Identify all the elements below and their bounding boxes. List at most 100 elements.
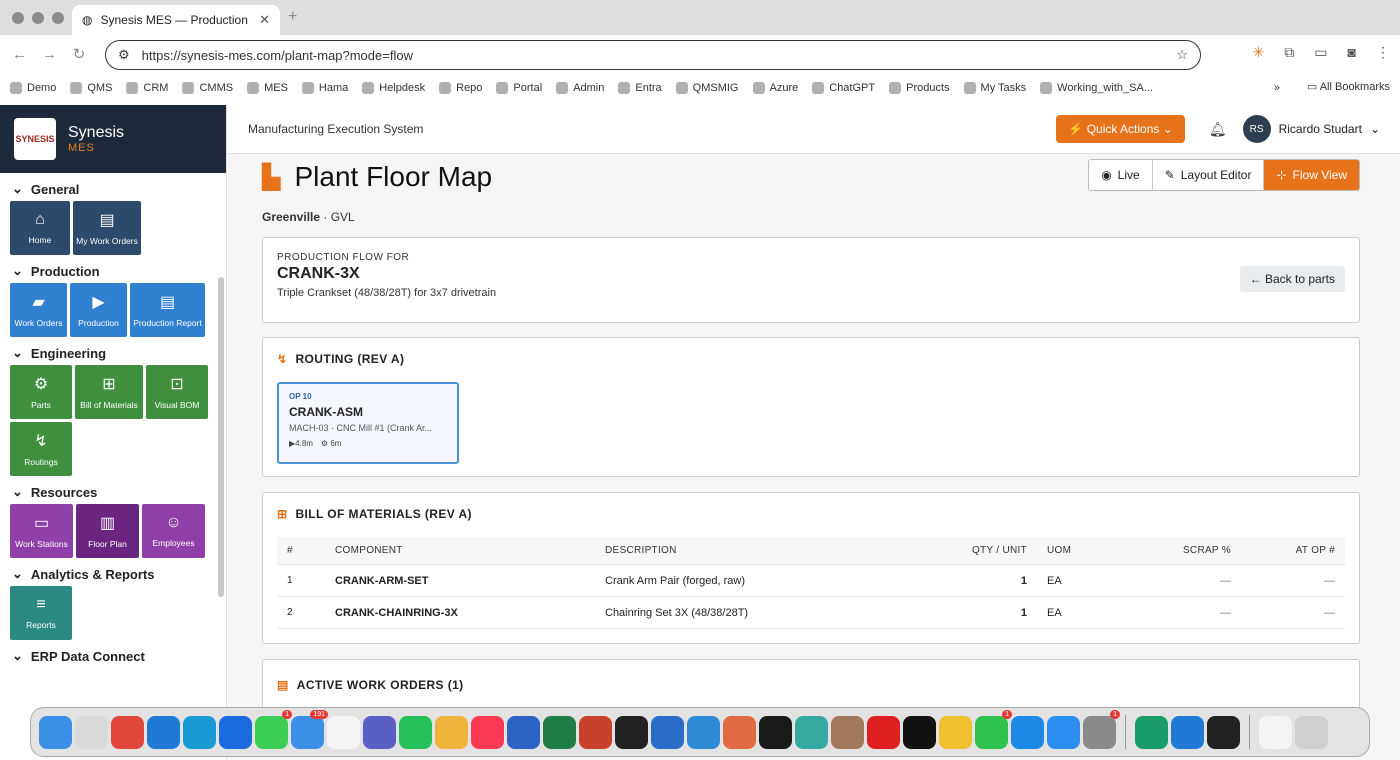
table-row[interactable]: 1 CRANK-ARM-SET Crank Arm Pair (forged, ra… [277, 565, 1345, 597]
sidebar-tile-parts[interactable]: ⚙ Parts [10, 365, 72, 419]
dock-app-messages[interactable]: 1 [255, 709, 292, 749]
dock-app-finder[interactable] [39, 715, 72, 749]
layout-editor-button[interactable]: ✎ Layout Editor [1153, 160, 1265, 190]
dock-app-photos[interactable] [435, 715, 468, 749]
column-header[interactable]: SCRAP % [1137, 545, 1241, 556]
sidebar-tile-employees[interactable]: ☺ Employees [142, 504, 205, 558]
bookmark-item[interactable]: My Tasks [963, 82, 1026, 94]
bookmark-item[interactable]: Portal [496, 82, 542, 94]
new-tab-button[interactable]: + [288, 8, 297, 26]
bookmark-item[interactable]: QMS [70, 82, 112, 94]
dock-app-edge[interactable] [183, 715, 216, 749]
dock-app-time-machine[interactable] [795, 715, 828, 749]
dock-app-teams[interactable] [363, 715, 396, 749]
dock-app-s-app[interactable] [687, 715, 720, 749]
dock-app-launchpad[interactable] [75, 715, 108, 749]
dock-app-documents[interactable] [1259, 715, 1292, 749]
column-header[interactable]: COMPONENT [335, 545, 605, 556]
sidebar-tile-production[interactable]: ▶ Production [70, 283, 127, 337]
menu-icon[interactable]: ⋮ [1376, 44, 1390, 61]
flow-view-button[interactable]: ⊹ Flow View [1264, 160, 1359, 190]
operation-node[interactable]: OP 10 CRANK-ASM MACH-03 · CNC Mill #1 (C… [277, 382, 459, 464]
bookmark-item[interactable]: CRM [126, 82, 168, 94]
reload-icon[interactable]: ↻ [72, 45, 86, 63]
dock-app-stocks[interactable] [1207, 715, 1240, 749]
bookmark-item[interactable]: Helpdesk [362, 82, 425, 94]
dock-app-grammarly[interactable] [1135, 715, 1168, 749]
column-header[interactable]: DESCRIPTION [605, 545, 935, 556]
bookmark-item[interactable]: ChatGPT [812, 82, 875, 94]
brand-header[interactable]: SYNESIS Synesis MES [0, 105, 226, 173]
dock-app-outlook[interactable] [651, 715, 684, 749]
dock-app-activity[interactable] [759, 715, 792, 749]
bookmark-item[interactable]: Demo [10, 82, 56, 94]
dock-app-tv[interactable] [903, 715, 936, 749]
dock-app-music[interactable] [471, 715, 504, 749]
sidebar-tile-routings[interactable]: ↯ Routings [10, 422, 72, 476]
column-header[interactable]: AT OP # [1241, 545, 1345, 556]
dock-app-terminal[interactable] [615, 715, 648, 749]
sidebar-tile-visual-bom[interactable]: ⊡ Visual BOM [146, 365, 208, 419]
search-tabs-icon[interactable]: ▭ [1314, 44, 1327, 61]
dock-app-dropbox[interactable] [219, 715, 252, 749]
dock-app-preview[interactable] [939, 715, 972, 749]
dock-app-vscode[interactable] [1171, 715, 1204, 749]
dock-app-whatsapp[interactable] [399, 715, 432, 749]
bookmark-item[interactable]: Products [889, 82, 950, 94]
sidebar-tile-work-orders[interactable]: ▰ Work Orders [10, 283, 67, 337]
bookmark-item[interactable]: QMSMIG [675, 82, 739, 94]
dock-app-claude[interactable] [723, 715, 756, 749]
profile-icon[interactable]: ◙ [1348, 44, 1356, 61]
sidebar-section-production[interactable]: ⌄ Production [0, 255, 226, 283]
sidebar-tile-production-report[interactable]: ▤ Production Report [130, 283, 205, 337]
sidebar-tile-bill-of-materials[interactable]: ⊞ Bill of Materials [75, 365, 143, 419]
bookmark-item[interactable]: MES [247, 82, 288, 94]
dock-app-contacts[interactable] [831, 715, 864, 749]
address-bar[interactable]: ⚙ https://synesis-mes.com/plant-map?mode… [105, 40, 1201, 70]
sidebar-tile-floor-plan[interactable]: ▥ Floor Plan [76, 504, 139, 558]
user-name[interactable]: Ricardo Studart [1279, 122, 1362, 136]
sidebar-tile-my-work-orders[interactable]: ▤ My Work Orders [73, 201, 141, 255]
bookmark-item[interactable]: Working_with_SA... [1040, 82, 1153, 94]
sidebar-section-general[interactable]: ⌄ General [0, 173, 226, 201]
back-arrow-icon[interactable]: ← [12, 46, 27, 63]
extension-icon[interactable]: ✳ [1253, 44, 1265, 61]
live-view-button[interactable]: ◉ Live [1089, 160, 1153, 190]
dock-app-excel[interactable] [543, 715, 576, 749]
sidebar-tile-reports[interactable]: ≡ Reports [10, 586, 72, 640]
close-icon[interactable]: ✕ [259, 12, 270, 28]
bell-icon[interactable]: 🔔︎ [1209, 121, 1227, 138]
site-info-icon[interactable]: ⚙ [118, 47, 130, 63]
avatar[interactable]: RS [1242, 115, 1271, 143]
bookmark-item[interactable]: Azure [752, 82, 798, 94]
column-header[interactable]: QTY / UNIT [935, 545, 1037, 556]
dock-app-chrome[interactable] [111, 715, 144, 749]
dock-app-youtube[interactable] [867, 715, 900, 749]
dock-app-app-store[interactable] [1047, 715, 1080, 749]
column-header[interactable]: # [277, 545, 335, 556]
sidebar-section-resources[interactable]: ⌄ Resources [0, 476, 226, 504]
table-row[interactable]: 2 CRANK-CHAINRING-3X Chainring Set 3X (48/… [277, 597, 1345, 629]
all-bookmarks[interactable]: ▭ All Bookmarks [1307, 80, 1390, 93]
sidebar-section-engineering[interactable]: ⌄ Engineering [0, 337, 226, 365]
dock-app-windows[interactable] [147, 715, 180, 749]
dock-app-settings[interactable]: 1 [1083, 709, 1120, 749]
bookmark-item[interactable]: Admin [556, 82, 604, 94]
sidebar-scrollbar[interactable] [218, 277, 224, 597]
quick-actions-button[interactable]: ⚡ Quick Actions ⌄ [1056, 115, 1185, 143]
puzzle-icon[interactable]: ⧉ [1284, 44, 1294, 61]
column-header[interactable]: UOM [1037, 545, 1137, 556]
sidebar-tile-work-stations[interactable]: ▭ Work Stations [10, 504, 73, 558]
bookmark-item[interactable]: Hama [301, 82, 348, 94]
window-controls[interactable] [12, 11, 64, 24]
dock-app-facetime[interactable]: 1 [975, 709, 1012, 749]
bookmark-item[interactable]: CMMS [182, 82, 233, 94]
browser-tab[interactable]: ◍ Synesis MES — Production Tr ✕ [72, 5, 280, 35]
sidebar-tile-home[interactable]: ⌂ Home [10, 201, 70, 255]
bookmark-item[interactable]: Entra [618, 82, 662, 94]
dock-app-word[interactable] [507, 715, 540, 749]
dock-app-q-app[interactable] [1011, 715, 1044, 749]
sidebar-section-analytics-reports[interactable]: ⌄ Analytics & Reports [0, 558, 226, 586]
bookmarks-more[interactable]: » [1274, 82, 1280, 94]
back-to-parts-button[interactable]: ← Back to parts [1239, 266, 1345, 292]
